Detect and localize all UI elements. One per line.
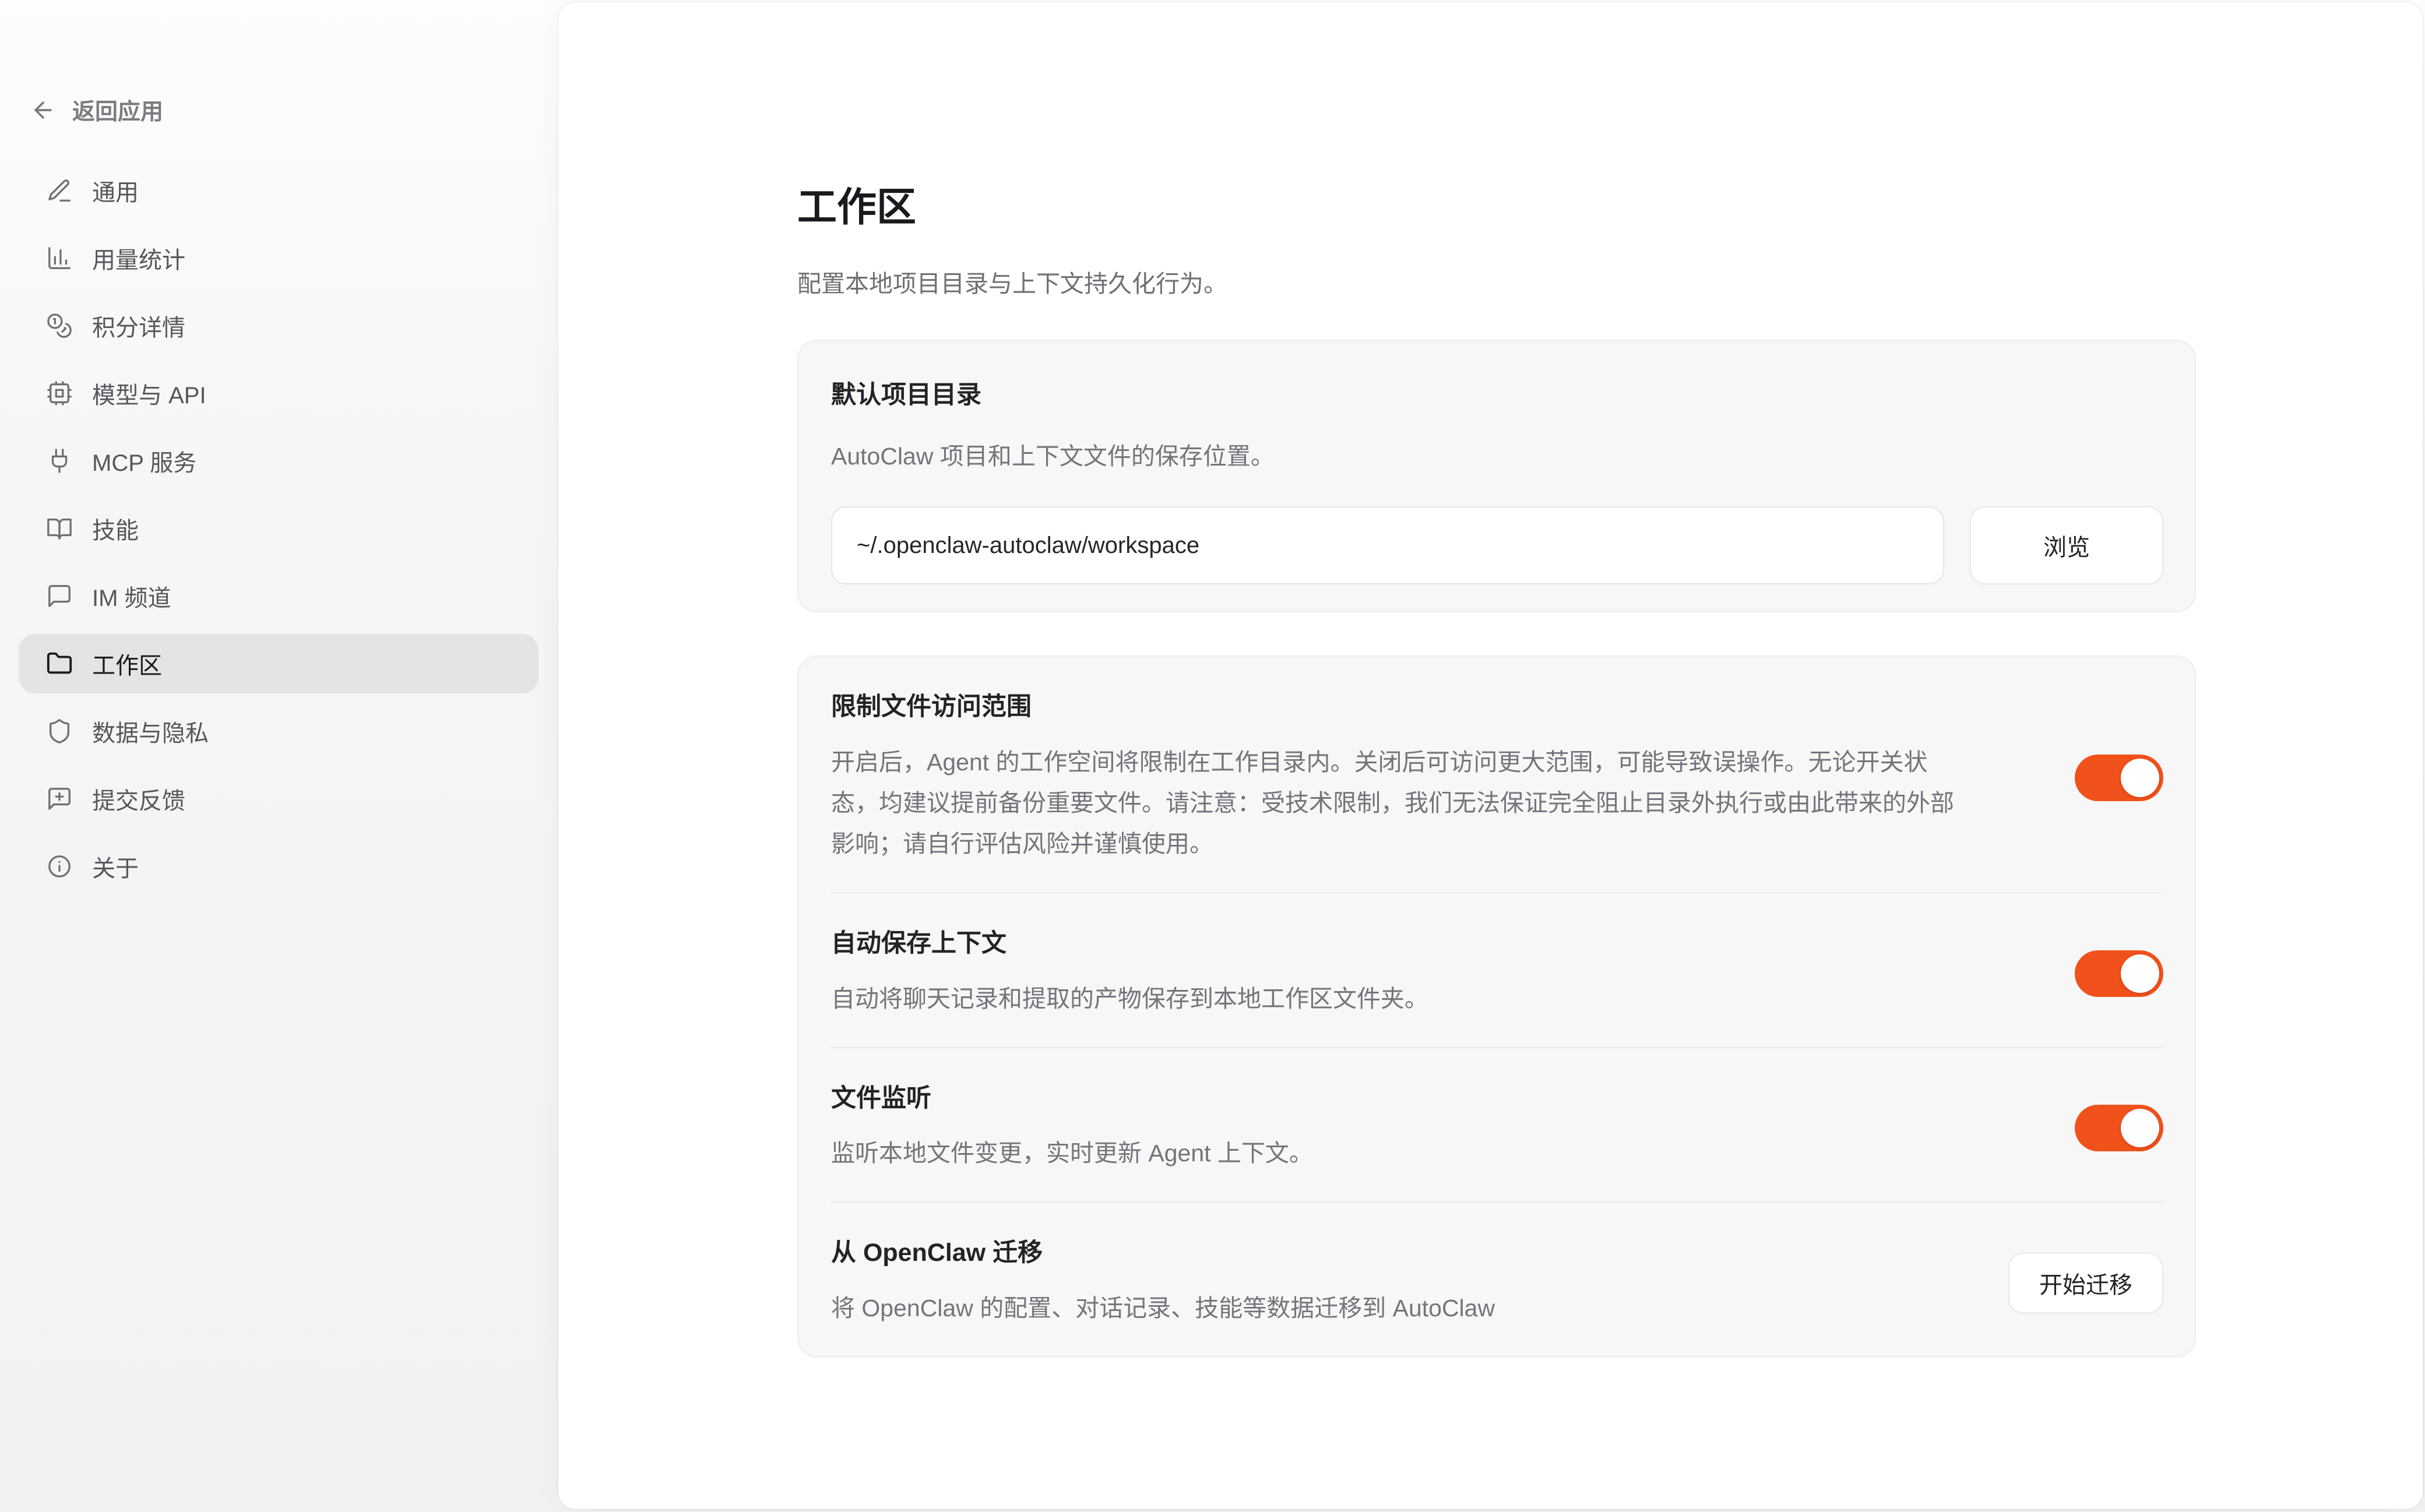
sidebar-item-label: MCP 服务 bbox=[92, 444, 196, 478]
sidebar-item-skills[interactable]: 技能 bbox=[19, 499, 539, 558]
browse-button[interactable]: 浏览 bbox=[1970, 506, 2163, 584]
bar-chart-icon bbox=[46, 245, 73, 272]
toggle-knob bbox=[2121, 759, 2159, 797]
setting-description: 将 OpenClaw 的配置、对话记录、技能等数据迁移到 AutoClaw bbox=[831, 1288, 1973, 1328]
setting-heading: 自动保存上下文 bbox=[831, 928, 1973, 960]
sidebar-item-label: 模型与 API bbox=[92, 376, 206, 410]
sidebar-nav: 通用 用量统计 积分详情 模型与 API MCP 服务 技能 bbox=[19, 161, 539, 896]
toggle-knob bbox=[2121, 1109, 2159, 1147]
directory-input-row: 浏览 bbox=[831, 506, 2163, 584]
sidebar-item-label: 积分详情 bbox=[92, 309, 185, 343]
folder-icon bbox=[46, 650, 73, 677]
sidebar-item-usage-stats[interactable]: 用量统计 bbox=[19, 228, 539, 288]
setting-description: 自动将聊天记录和提取的产物保存到本地工作区文件夹。 bbox=[831, 978, 1973, 1019]
sidebar-item-about[interactable]: 关于 bbox=[19, 837, 539, 896]
setting-heading: 从 OpenClaw 迁移 bbox=[831, 1238, 1973, 1269]
coins-icon bbox=[46, 312, 73, 339]
sidebar-item-label: 通用 bbox=[92, 174, 139, 207]
arrow-left-icon bbox=[30, 97, 56, 123]
directory-path-input[interactable] bbox=[831, 506, 1944, 584]
feedback-plus-icon bbox=[46, 785, 73, 812]
page-subtitle: 配置本地项目目录与上下文持久化行为。 bbox=[797, 264, 2196, 299]
sidebar-item-label: 技能 bbox=[92, 512, 139, 545]
pencil-icon bbox=[46, 177, 73, 204]
workspace-settings-page: 工作区 配置本地项目目录与上下文持久化行为。 默认项目目录 AutoClaw 项… bbox=[797, 2, 2196, 1358]
setting-description: 监听本地文件变更，实时更新 Agent 上下文。 bbox=[831, 1133, 1973, 1173]
workspace-settings-card: 限制文件访问范围 开启后，Agent 的工作空间将限制在工作目录内。关闭后可访问… bbox=[797, 655, 2196, 1358]
setting-row-restrict-file-access: 限制文件访问范围 开启后，Agent 的工作空间将限制在工作目录内。关闭后可访问… bbox=[831, 657, 2163, 892]
shield-icon bbox=[46, 718, 73, 745]
setting-heading: 限制文件访问范围 bbox=[831, 692, 1973, 723]
setting-row-file-watch: 文件监听 监听本地文件变更，实时更新 Agent 上下文。 bbox=[831, 1047, 2163, 1202]
settings-window: 返回应用 通用 用量统计 积分详情 模型与 API MCP 服务 bbox=[0, 0, 2425, 1512]
back-to-app-label: 返回应用 bbox=[72, 94, 163, 126]
sidebar-item-label: 数据与隐私 bbox=[92, 714, 209, 748]
plug-icon bbox=[46, 447, 73, 474]
sidebar-item-label: IM 频道 bbox=[92, 579, 171, 613]
main-panel: 工作区 配置本地项目目录与上下文持久化行为。 默认项目目录 AutoClaw 项… bbox=[558, 2, 2423, 1509]
setting-row-migrate-from-openclaw: 从 OpenClaw 迁移 将 OpenClaw 的配置、对话记录、技能等数据迁… bbox=[831, 1201, 2163, 1356]
sidebar-item-data-privacy[interactable]: 数据与隐私 bbox=[19, 702, 539, 761]
restrict-file-access-toggle[interactable] bbox=[2075, 755, 2163, 801]
default-directory-description: AutoClaw 项目和上下文文件的保存位置。 bbox=[831, 436, 2163, 471]
auto-save-context-toggle[interactable] bbox=[2075, 950, 2163, 997]
sidebar-item-label: 关于 bbox=[92, 850, 139, 883]
setting-row-auto-save-context: 自动保存上下文 自动将聊天记录和提取的产物保存到本地工作区文件夹。 bbox=[831, 892, 2163, 1047]
file-watch-toggle[interactable] bbox=[2075, 1105, 2163, 1151]
sidebar-item-im-channels[interactable]: IM 频道 bbox=[19, 566, 539, 626]
toggle-knob bbox=[2121, 954, 2159, 993]
sidebar-item-general[interactable]: 通用 bbox=[19, 161, 539, 220]
sidebar-item-mcp-services[interactable]: MCP 服务 bbox=[19, 431, 539, 491]
book-icon bbox=[46, 515, 73, 542]
sidebar-item-label: 用量统计 bbox=[92, 241, 185, 275]
chat-bubble-icon bbox=[46, 583, 73, 609]
setting-description: 开启后，Agent 的工作空间将限制在工作目录内。关闭后可访问更大范围，可能导致… bbox=[831, 742, 1973, 864]
sidebar-item-workspace[interactable]: 工作区 bbox=[19, 634, 539, 693]
page-title: 工作区 bbox=[797, 175, 2196, 232]
sidebar-item-credits[interactable]: 积分详情 bbox=[19, 296, 539, 355]
default-directory-heading: 默认项目目录 bbox=[831, 375, 2163, 411]
back-to-app-button[interactable]: 返回应用 bbox=[30, 86, 163, 134]
default-directory-card: 默认项目目录 AutoClaw 项目和上下文文件的保存位置。 浏览 bbox=[797, 340, 2196, 612]
chip-icon bbox=[46, 380, 73, 407]
info-icon bbox=[46, 853, 73, 880]
sidebar: 返回应用 通用 用量统计 积分详情 模型与 API MCP 服务 bbox=[0, 0, 558, 1512]
setting-heading: 文件监听 bbox=[831, 1083, 1973, 1115]
sidebar-item-feedback[interactable]: 提交反馈 bbox=[19, 769, 539, 829]
start-migration-button[interactable]: 开始迁移 bbox=[2008, 1253, 2163, 1313]
sidebar-item-label: 提交反馈 bbox=[92, 782, 185, 816]
sidebar-item-models-api[interactable]: 模型与 API bbox=[19, 364, 539, 423]
sidebar-item-label: 工作区 bbox=[92, 647, 162, 681]
